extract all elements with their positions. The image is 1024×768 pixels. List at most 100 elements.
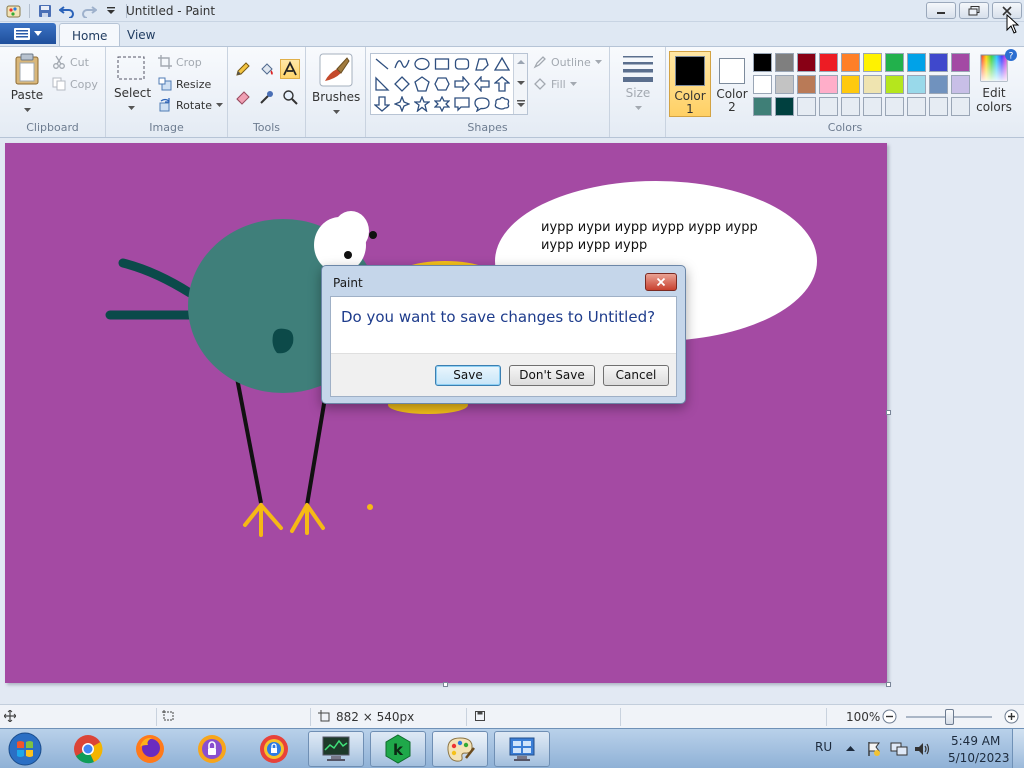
eraser-tool[interactable] bbox=[233, 87, 253, 107]
palette-color-swatch[interactable] bbox=[819, 97, 838, 116]
copy-button[interactable]: Copy bbox=[52, 77, 98, 91]
kaspersky-taskbar-button[interactable]: k bbox=[370, 731, 426, 767]
brushes-button[interactable]: Brushes bbox=[312, 53, 360, 118]
palette-color-swatch[interactable] bbox=[885, 97, 904, 116]
palette-color-swatch[interactable] bbox=[863, 97, 882, 116]
palette-color-swatch[interactable] bbox=[951, 53, 970, 72]
diamond-shape-icon[interactable] bbox=[393, 75, 411, 93]
cut-button[interactable]: Cut bbox=[52, 55, 89, 69]
palette-color-swatch[interactable] bbox=[775, 75, 794, 94]
color1-button[interactable]: Color 1 bbox=[669, 51, 711, 117]
color2-button[interactable]: Color 2 bbox=[711, 51, 753, 117]
paint-taskbar-button[interactable] bbox=[432, 731, 488, 767]
drawing-canvas[interactable]: иурр иури иурр иурр иурр иурр иурр иурр … bbox=[5, 143, 887, 683]
rectangle-shape-icon[interactable] bbox=[433, 55, 451, 73]
fill-button[interactable]: Fill bbox=[533, 77, 577, 91]
firefox-taskbar-button[interactable] bbox=[122, 731, 178, 767]
palette-color-swatch[interactable] bbox=[929, 53, 948, 72]
palette-color-swatch[interactable] bbox=[841, 75, 860, 94]
five-point-star-shape-icon[interactable] bbox=[413, 95, 431, 113]
size-button[interactable]: Size bbox=[618, 53, 658, 114]
rotate-button[interactable]: Rotate bbox=[158, 98, 224, 112]
minimize-button[interactable] bbox=[926, 2, 956, 19]
resize-button[interactable]: Resize bbox=[158, 77, 211, 91]
oval-shape-icon[interactable] bbox=[413, 55, 431, 73]
palette-color-swatch[interactable] bbox=[885, 53, 904, 72]
palette-color-swatch[interactable] bbox=[929, 75, 948, 94]
palette-color-swatch[interactable] bbox=[885, 75, 904, 94]
left-arrow-shape-icon[interactable] bbox=[473, 75, 491, 93]
right-triangle-shape-icon[interactable] bbox=[373, 75, 391, 93]
shapes-scrollbar[interactable] bbox=[513, 54, 527, 114]
action-center-flag-icon[interactable] bbox=[866, 741, 882, 757]
clock-time[interactable]: 5:49 AM bbox=[951, 734, 1000, 748]
up-arrow-shape-icon[interactable] bbox=[493, 75, 511, 93]
rectangular-callout-shape-icon[interactable] bbox=[453, 95, 471, 113]
expand-gallery-icon[interactable] bbox=[517, 100, 525, 108]
tab-view[interactable]: View bbox=[115, 23, 167, 46]
right-arrow-shape-icon[interactable] bbox=[453, 75, 471, 93]
palette-color-swatch[interactable] bbox=[841, 97, 860, 116]
tab-home[interactable]: Home bbox=[59, 23, 121, 46]
palette-color-swatch[interactable] bbox=[753, 97, 772, 116]
undo-icon[interactable] bbox=[57, 2, 77, 20]
color-picker-tool[interactable] bbox=[257, 87, 277, 107]
paint-menu-button[interactable] bbox=[0, 23, 56, 44]
line-shape-icon[interactable] bbox=[373, 55, 391, 73]
help-icon[interactable]: ? bbox=[1004, 48, 1018, 65]
palette-color-swatch[interactable] bbox=[753, 75, 772, 94]
down-arrow-shape-icon[interactable] bbox=[373, 95, 391, 113]
curve-shape-icon[interactable] bbox=[393, 55, 411, 73]
pencil-tool[interactable] bbox=[233, 59, 253, 79]
palette-color-swatch[interactable] bbox=[907, 97, 926, 116]
cloud-callout-shape-icon[interactable] bbox=[493, 95, 511, 113]
text-tool[interactable] bbox=[280, 59, 300, 79]
resize-handle-bottom[interactable] bbox=[443, 682, 448, 687]
restore-button[interactable] bbox=[959, 2, 989, 19]
palette-color-swatch[interactable] bbox=[841, 53, 860, 72]
start-button[interactable] bbox=[3, 730, 47, 768]
six-point-star-shape-icon[interactable] bbox=[433, 95, 451, 113]
crop-button[interactable]: Crop bbox=[158, 55, 202, 69]
remote-desktop-taskbar-button[interactable] bbox=[494, 731, 550, 767]
dont-save-button[interactable]: Don't Save bbox=[509, 365, 595, 386]
volume-icon[interactable] bbox=[914, 741, 930, 757]
hexagon-shape-icon[interactable] bbox=[433, 75, 451, 93]
save-button[interactable]: Save bbox=[435, 365, 501, 386]
palette-color-swatch[interactable] bbox=[775, 53, 794, 72]
palette-color-swatch[interactable] bbox=[863, 53, 882, 72]
save-icon[interactable] bbox=[35, 2, 55, 20]
cancel-button[interactable]: Cancel bbox=[603, 365, 669, 386]
scroll-up-icon[interactable] bbox=[517, 59, 525, 65]
palette-color-swatch[interactable] bbox=[797, 53, 816, 72]
resize-handle-right[interactable] bbox=[886, 410, 891, 415]
customize-toolbar-icon[interactable] bbox=[101, 2, 121, 20]
palette-color-swatch[interactable] bbox=[775, 97, 794, 116]
palette-color-swatch[interactable] bbox=[907, 53, 926, 72]
vpn-taskbar-button[interactable] bbox=[184, 731, 240, 767]
clock-date[interactable]: 5/10/2023 bbox=[948, 751, 1010, 765]
scroll-down-icon[interactable] bbox=[517, 80, 525, 86]
fill-tool[interactable] bbox=[257, 59, 277, 79]
palette-color-swatch[interactable] bbox=[819, 53, 838, 72]
select-button[interactable]: Select bbox=[114, 55, 151, 114]
four-point-star-shape-icon[interactable] bbox=[393, 95, 411, 113]
resize-handle-corner[interactable] bbox=[886, 682, 891, 687]
show-hidden-icons-icon[interactable] bbox=[846, 745, 855, 752]
magnifier-tool[interactable] bbox=[280, 87, 300, 107]
network-icon[interactable] bbox=[890, 741, 908, 757]
triangle-shape-icon[interactable] bbox=[493, 55, 511, 73]
show-desktop-button[interactable] bbox=[1012, 729, 1024, 768]
chrome-taskbar-button[interactable] bbox=[60, 731, 116, 767]
palette-color-swatch[interactable] bbox=[819, 75, 838, 94]
paint-app-icon[interactable] bbox=[4, 2, 24, 20]
palette-color-swatch[interactable] bbox=[797, 97, 816, 116]
oval-callout-shape-icon[interactable] bbox=[473, 95, 491, 113]
palette-color-swatch[interactable] bbox=[797, 75, 816, 94]
palette-color-swatch[interactable] bbox=[951, 75, 970, 94]
dialog-close-button[interactable] bbox=[645, 273, 677, 291]
zoom-slider-thumb[interactable] bbox=[945, 709, 954, 725]
language-indicator[interactable]: RU bbox=[815, 740, 832, 754]
paste-button[interactable]: Paste bbox=[8, 53, 46, 116]
palette-color-swatch[interactable] bbox=[951, 97, 970, 116]
